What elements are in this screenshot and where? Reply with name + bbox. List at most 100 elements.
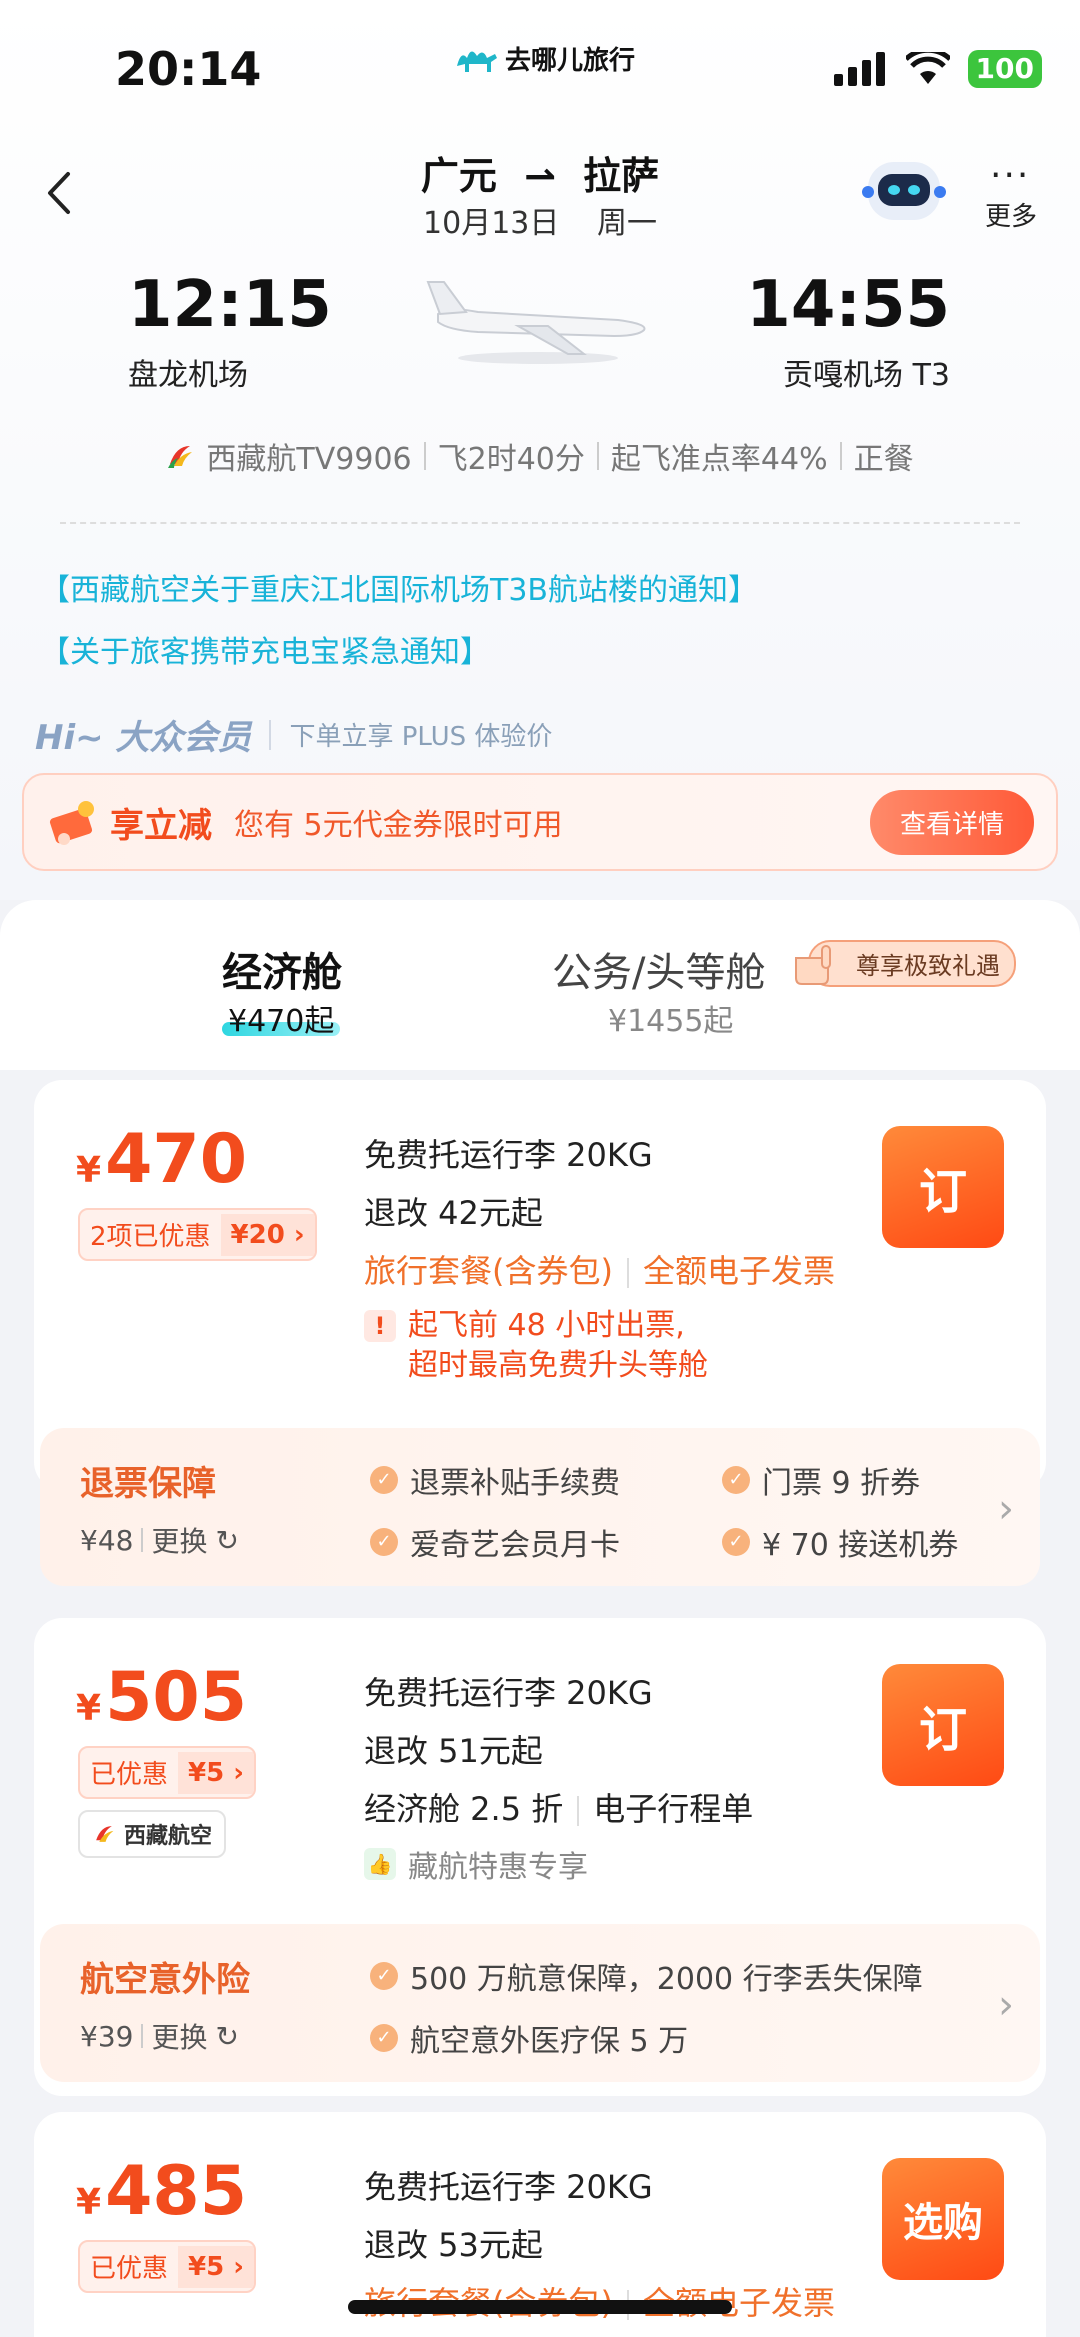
- divider: [269, 719, 272, 750]
- discount-value: ¥20 ›: [220, 1213, 315, 1256]
- insurance-price-row[interactable]: ¥48 更换 ↻: [80, 1520, 239, 1560]
- insurance-item-label: ¥ 70 接送机券: [762, 1528, 959, 1563]
- signal-icon: [833, 52, 885, 86]
- more-label[interactable]: 更多: [985, 196, 1037, 233]
- cabin-discount-info: 经济舱 2.5 折电子行程单: [364, 1784, 753, 1830]
- coupon-icon: [49, 801, 94, 845]
- notice-link-terminal[interactable]: 【西藏航空关于重庆江北国际机场T3B航站楼的通知】: [40, 565, 758, 609]
- discount-badge[interactable]: 已优惠 ¥5 ›: [78, 2240, 256, 2293]
- book-button[interactable]: 订: [882, 1126, 1004, 1248]
- special-offer-tag: 👍 藏航特惠专享: [364, 1842, 588, 1886]
- status-icons: 100: [833, 50, 1042, 88]
- cabin-tabs: 经济舱 ¥470起 公务/头等舱 ¥1455起 尊享极致礼遇: [0, 900, 1080, 1070]
- airline-tag: 西藏航空: [78, 1810, 227, 1858]
- insurance-item-label: 退票补贴手续费: [410, 1466, 620, 1501]
- check-icon: ✓: [722, 1466, 750, 1494]
- discount-value: ¥5 ›: [178, 1751, 254, 1794]
- insurance-price: ¥48: [80, 1523, 134, 1557]
- insurance-item-label: 航空意外医疗保 5 万: [410, 2024, 689, 2059]
- member-subtitle: 下单立享 PLUS 体验价: [289, 722, 553, 752]
- member-title: Hi~ 大众会员: [35, 718, 252, 758]
- refund-info: 退改 53元起: [364, 2226, 543, 2264]
- tab-business-price[interactable]: ¥1455起: [608, 996, 733, 1040]
- price-value: 470: [105, 1120, 248, 1199]
- business-badge: 尊享极致礼遇: [795, 940, 1016, 987]
- divider: [626, 1258, 629, 1288]
- departure-time: 12:15: [128, 268, 332, 342]
- discount-badge[interactable]: 2项已优惠 ¥20 ›: [78, 1208, 317, 1261]
- special-offer-label: 藏航特惠专享: [408, 1850, 588, 1885]
- invoice-label: 全额电子发票: [642, 1252, 835, 1290]
- member-banner[interactable]: Hi~ 大众会员 下单立享 PLUS 体验价: [35, 710, 552, 759]
- insurance-item-label: 爱奇艺会员月卡: [410, 1528, 620, 1563]
- ontime-rate: 起飞准点率44%: [610, 442, 828, 477]
- arrival-airport: 贡嘎机场 T3: [783, 358, 950, 393]
- insurance-item-label: 门票 9 折券: [762, 1466, 921, 1501]
- divider: [141, 1528, 144, 1552]
- check-icon: ✓: [722, 1528, 750, 1556]
- price-value: 485: [105, 2152, 248, 2231]
- price-value: 505: [105, 1658, 248, 1737]
- fare-price: ¥505: [76, 1658, 247, 1737]
- departure-airport: 盘龙机场: [128, 358, 248, 393]
- ticketing-warning: ! 起飞前 48 小时出票, 超时最高免费升头等舱: [364, 1306, 708, 1386]
- date-label: 10月13日: [423, 206, 560, 241]
- insurance-item: ✓ ¥ 70 接送机券: [722, 1520, 982, 1564]
- notice-link-powerbank[interactable]: 【关于旅客携带充电宝紧急通知】: [40, 627, 490, 671]
- refund-protection-panel[interactable]: 退票保障 ¥48 更换 ↻ ✓ 退票补贴手续费 ✓ 门票 9 折券 ✓ 爱奇艺会员月卡 ✓…: [40, 1428, 1040, 1586]
- chevron-right-icon[interactable]: ›: [998, 1486, 1014, 1532]
- insurance-item-label: 500 万航意保障，2000 行李丢失保障: [410, 1962, 923, 1997]
- insurance-price: ¥39: [80, 2019, 134, 2053]
- home-indicator[interactable]: [348, 2300, 732, 2314]
- check-icon: ✓: [370, 1466, 398, 1494]
- camel-logo-icon: [457, 50, 497, 72]
- baggage-info: 免费托运行李 20KG: [364, 2168, 653, 2206]
- fare-price: ¥485: [76, 2152, 247, 2231]
- tab-economy[interactable]: 经济舱: [222, 940, 342, 998]
- assistant-robot-icon[interactable]: [862, 148, 946, 232]
- insurance-item: ✓ 航空意外医疗保 5 万: [370, 2016, 688, 2060]
- view-details-button[interactable]: 查看详情: [869, 789, 1034, 855]
- promo-title: 享立减: [110, 805, 212, 846]
- discount-amount: ¥5: [188, 1757, 225, 1788]
- more-icon[interactable]: ···: [990, 155, 1030, 196]
- accident-insurance-panel[interactable]: 航空意外险 ¥39 更换 ↻ ✓ 500 万航意保障，2000 行李丢失保障 ✓ 航空意…: [40, 1924, 1040, 2082]
- hand-icon: [795, 945, 831, 985]
- refresh-icon: ↻: [215, 2019, 239, 2053]
- discount-label: 已优惠: [90, 2254, 169, 2284]
- book-button[interactable]: 订: [882, 1664, 1004, 1786]
- insurance-item: ✓ 500 万航意保障，2000 行李丢失保障: [370, 1954, 923, 1998]
- insurance-price-row[interactable]: ¥39 更换 ↻: [80, 2016, 239, 2056]
- arrival-time: 14:55: [746, 268, 950, 342]
- divider: [839, 442, 842, 470]
- status-app-name: 去哪儿旅行: [455, 40, 635, 77]
- tab-economy-price[interactable]: ¥470起: [228, 996, 334, 1040]
- tab-business[interactable]: 公务/头等舱: [552, 940, 765, 998]
- discount-amount: ¥20: [230, 1219, 285, 1250]
- baggage-info: 免费托运行李 20KG: [364, 1136, 653, 1174]
- dashed-divider: [60, 522, 1020, 524]
- wifi-icon: [905, 52, 950, 84]
- insurance-item: ✓ 门票 9 折券: [722, 1458, 920, 1502]
- thumbs-up-icon: 👍: [364, 1848, 396, 1880]
- route-to: 拉萨: [583, 154, 660, 198]
- divider: [423, 442, 426, 470]
- warning-line: 超时最高免费升头等舱: [408, 1348, 708, 1383]
- fare-sheet: 经济舱 ¥470起 公务/头等舱 ¥1455起 尊享极致礼遇 ¥470 2项已优…: [0, 900, 1080, 2337]
- tibet-airlines-logo-icon: [96, 1826, 114, 1842]
- insurance-item: ✓ 爱奇艺会员月卡: [370, 1520, 620, 1564]
- chevron-right-icon[interactable]: ›: [998, 1982, 1014, 2028]
- change-label: 更换: [151, 1525, 208, 1558]
- check-icon: ✓: [370, 1962, 398, 1990]
- currency-symbol: ¥: [76, 1150, 102, 1191]
- promo-banner[interactable]: 享立减 您有 5元代金券限时可用 查看详情: [22, 773, 1058, 871]
- flight-info-row[interactable]: 西藏航TV9906 飞2时40分 起飞准点率44% 正餐: [0, 434, 1080, 478]
- fare-price: ¥470: [76, 1120, 247, 1199]
- route-from: 广元: [420, 154, 497, 198]
- insurance-title: 航空意外险: [80, 1960, 250, 2000]
- discount-badge[interactable]: 已优惠 ¥5 ›: [78, 1746, 256, 1799]
- status-time: 20:14: [115, 42, 262, 96]
- refresh-icon: ↻: [215, 1523, 239, 1557]
- meal-info: 正餐: [853, 442, 914, 477]
- select-button[interactable]: 选购: [882, 2158, 1004, 2280]
